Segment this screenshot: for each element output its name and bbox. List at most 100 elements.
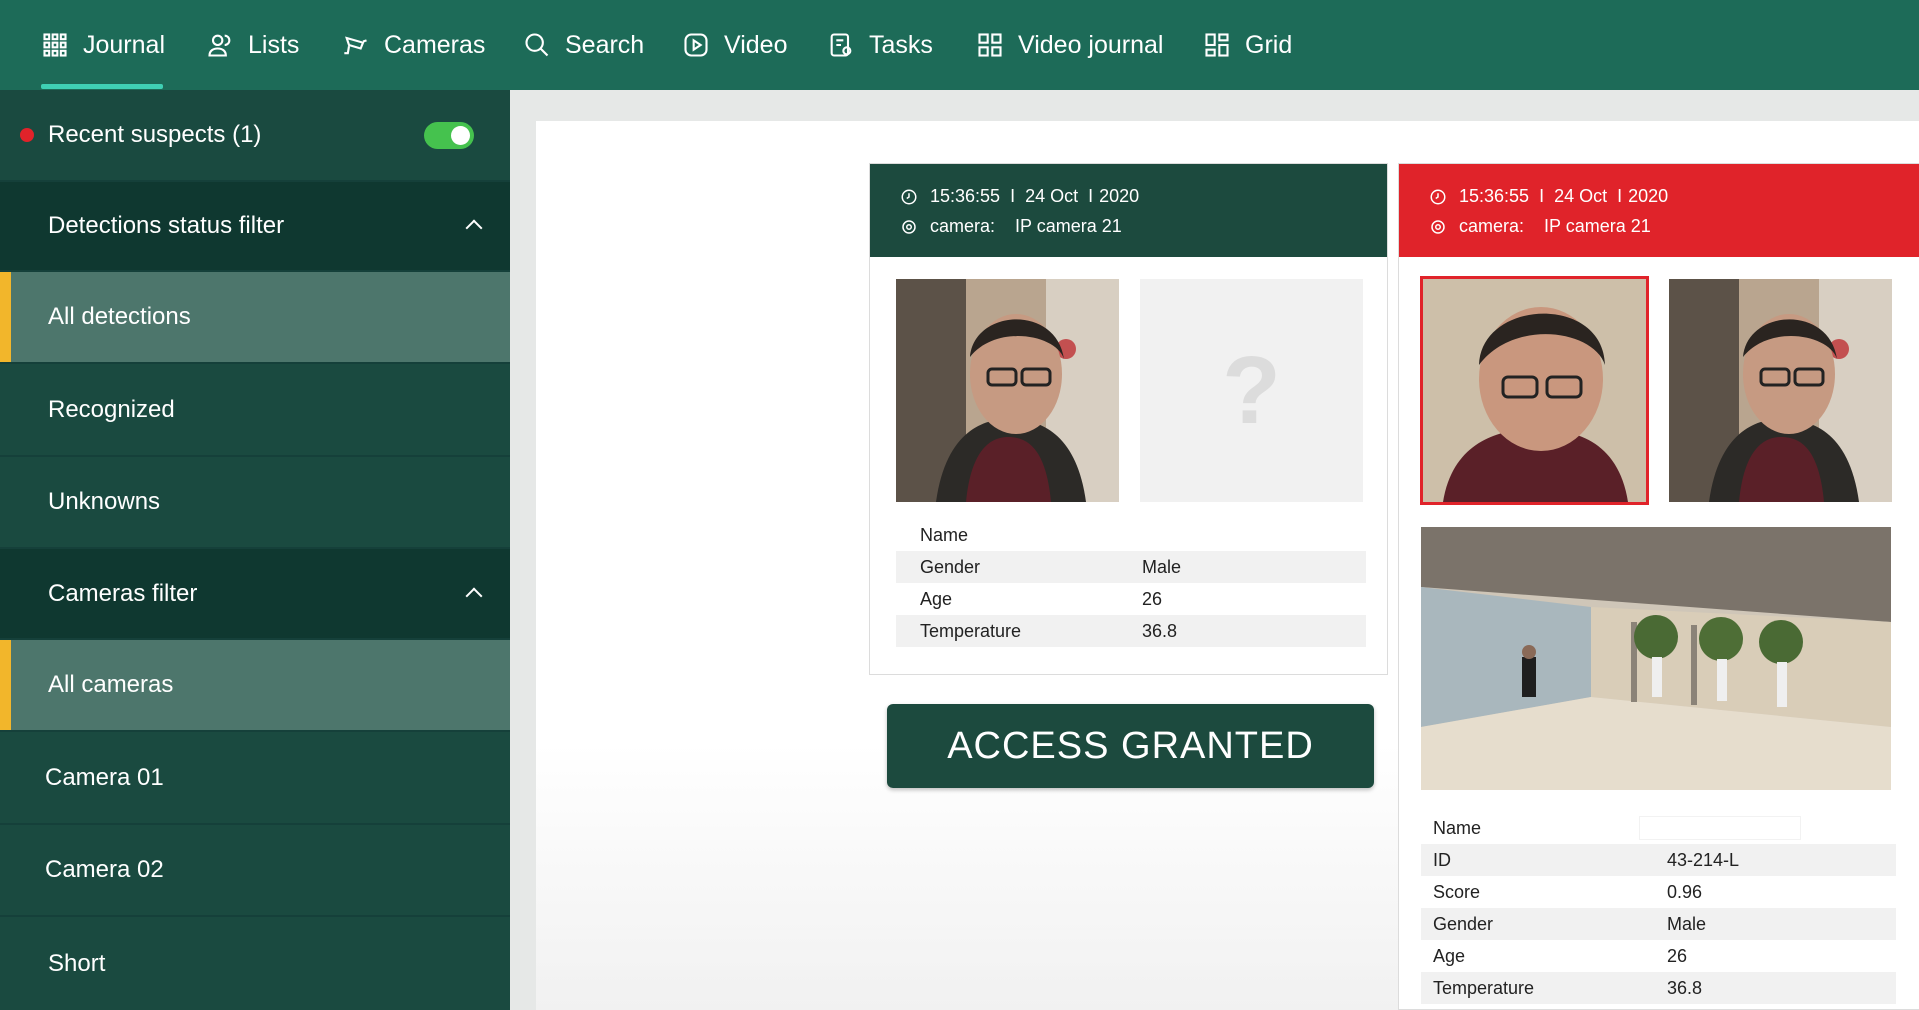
attr-row-age: Age 26: [1421, 940, 1896, 972]
camera-value: IP camera 21: [1015, 216, 1122, 236]
camera-line: camera: IP camera 21: [900, 216, 1122, 237]
attr-row-id: ID 43-214-L: [1421, 844, 1896, 876]
attr-key: Score: [1433, 881, 1481, 902]
filter-short-label: Short: [48, 949, 106, 977]
filter-recognized-label: Recognized: [48, 395, 175, 423]
users-icon: [208, 34, 231, 57]
attr-row-age: Age 26: [896, 583, 1366, 615]
camera-value: IP camera 21: [1544, 216, 1651, 236]
filter-camera-02[interactable]: Camera 02: [0, 825, 510, 917]
question-mark-icon: ?: [1222, 336, 1281, 444]
nav-cameras-label: Cameras: [384, 30, 486, 59]
nav-search[interactable]: Search: [523, 0, 644, 90]
tasks-icon: [830, 33, 852, 57]
alert-dot-icon: [20, 128, 34, 142]
filter-recognized[interactable]: Recognized: [0, 364, 510, 457]
timestamp-line: 15:36:55 I 24 Oct I 2020: [1429, 186, 1668, 207]
camera-label: camera:: [930, 216, 996, 236]
layout-icon: [1205, 33, 1229, 57]
detections-filter-title: Detections status filter: [48, 212, 285, 239]
filter-all-cameras-label: All cameras: [48, 671, 174, 698]
attr-row-gender: Gender Male: [896, 551, 1366, 583]
nav-journal-label: Journal: [83, 30, 165, 59]
attr-key: Gender: [1433, 913, 1494, 934]
attr-key: Age: [1433, 945, 1466, 966]
recent-suspects-label: Recent suspects (1): [48, 121, 262, 148]
attr-row-score: Score 0.96: [1421, 876, 1896, 908]
cameras-filter-title: Cameras filter: [48, 579, 198, 607]
face-snapshot[interactable]: [896, 279, 1119, 502]
filter-all-detections[interactable]: All detections: [0, 272, 510, 364]
suspect-face-snapshot[interactable]: [1420, 276, 1649, 505]
detection-date: 24 Oct: [1554, 186, 1608, 206]
attr-key: Name: [920, 524, 969, 545]
attr-key: Name: [1433, 817, 1482, 838]
nav-search-label: Search: [565, 30, 645, 59]
nav-video-journal[interactable]: Video journal: [976, 0, 1163, 90]
attr-row-temperature: Temperature 36.8: [896, 615, 1366, 647]
nav-video-label: Video: [724, 30, 788, 59]
separator: I: [1088, 186, 1094, 206]
camera-line: camera: IP camera 21: [1429, 216, 1651, 237]
filter-camera-02-label: Camera 02: [45, 856, 164, 883]
four-squares-icon: [978, 33, 1002, 57]
filter-camera-01-label: Camera 01: [45, 763, 164, 791]
database-face-photo[interactable]: [1669, 279, 1892, 502]
scene-frame[interactable]: [1421, 527, 1891, 790]
cameras-filter-header[interactable]: Cameras filter: [0, 549, 510, 640]
grid-dots-icon: [43, 33, 67, 57]
detection-date: 24 Oct: [1025, 186, 1079, 206]
separator: I: [1539, 186, 1545, 206]
filter-unknowns-label: Unknowns: [48, 488, 161, 515]
nav-lists-label: Lists: [248, 30, 300, 59]
play-icon: [684, 33, 708, 57]
detections-filter-header[interactable]: Detections status filter: [0, 182, 510, 272]
detection-card[interactable]: 15:36:55 I 24 Oct I 2020 camera: IP came…: [869, 163, 1388, 675]
filter-short[interactable]: Short: [0, 917, 510, 1010]
nav-tasks-label: Tasks: [869, 30, 933, 59]
detection-time: 15:36:55: [1459, 186, 1530, 206]
filter-all-cameras[interactable]: All cameras: [0, 640, 510, 732]
attr-key: ID: [1433, 849, 1451, 870]
attr-row-name: Name: [1421, 812, 1896, 844]
clock-icon: [1430, 189, 1446, 204]
nav-tasks[interactable]: Tasks: [827, 0, 933, 90]
filter-camera-01[interactable]: Camera 01: [0, 732, 510, 825]
attr-key: Age: [920, 588, 953, 609]
detection-year: 2020: [1628, 186, 1669, 206]
nav-grid[interactable]: Grid: [1203, 0, 1292, 90]
camera-label: camera:: [1459, 216, 1525, 236]
chevron-up-icon: [465, 219, 483, 237]
attr-value: 0.96: [1667, 881, 1703, 902]
webcam-icon: [1431, 219, 1445, 234]
nav-journal[interactable]: Journal: [41, 0, 165, 90]
access-status-button[interactable]: ACCESS GRANTED: [887, 704, 1374, 788]
nav-cameras[interactable]: Cameras: [342, 0, 485, 90]
attr-value: 43-214-L: [1667, 849, 1740, 870]
attr-key: Temperature: [1433, 977, 1535, 998]
nav-grid-label: Grid: [1245, 30, 1293, 59]
nav-video-journal-label: Video journal: [1018, 30, 1164, 59]
unknown-match-placeholder: ?: [1140, 279, 1363, 502]
attr-value: Male: [1142, 556, 1182, 577]
top-navigation: Journal Lists Cameras Search Video Tasks…: [0, 0, 1919, 90]
attr-row-gender: Gender Male: [1421, 908, 1896, 940]
detection-time: 15:36:55: [930, 186, 1001, 206]
suspect-match-card[interactable]: 15:36:55 I 24 Oct I 2020 camera: IP came…: [1398, 163, 1919, 1010]
detection-year: 2020: [1099, 186, 1140, 206]
attr-value: Male: [1667, 913, 1707, 934]
search-icon: [525, 33, 549, 57]
name-value-redacted: [1639, 816, 1801, 840]
attr-value: 26: [1142, 588, 1163, 609]
nav-lists[interactable]: Lists: [206, 0, 299, 90]
active-tab-indicator: [41, 84, 163, 89]
nav-video[interactable]: Video: [682, 0, 788, 90]
sidebar: Recent suspects (1) Detections status fi…: [0, 90, 510, 1010]
recent-suspects-toggle[interactable]: [424, 121, 474, 149]
filter-unknowns[interactable]: Unknowns: [0, 457, 510, 549]
separator: I: [1617, 186, 1623, 206]
attr-row-name: Name: [896, 519, 1366, 551]
filter-all-detections-label: All detections: [48, 303, 191, 330]
webcam-icon: [902, 219, 916, 234]
recent-suspects-row: Recent suspects (1): [0, 90, 510, 182]
